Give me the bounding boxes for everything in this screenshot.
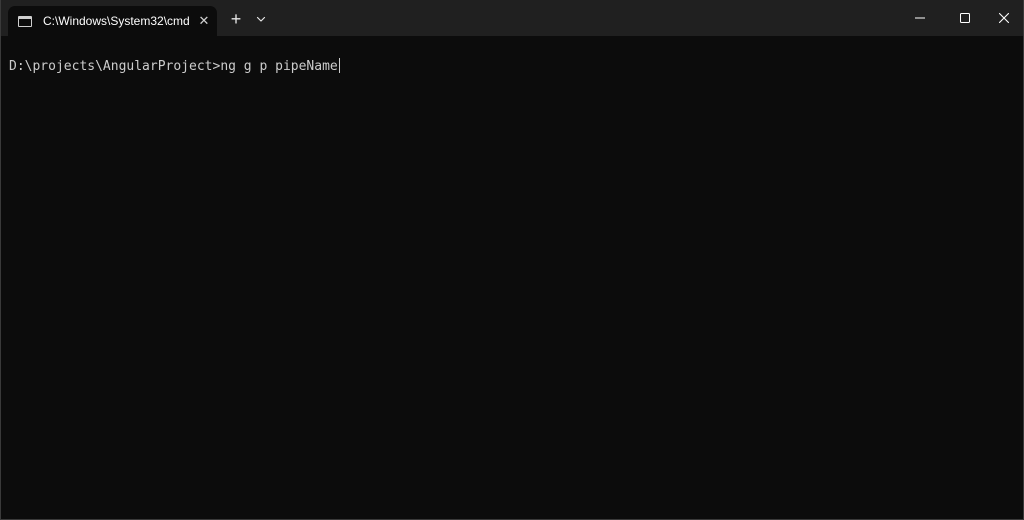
prompt-text: D:\projects\AngularProject> <box>9 59 221 74</box>
close-icon <box>998 12 1010 24</box>
chevron-down-icon <box>256 16 266 22</box>
plus-icon: + <box>230 9 242 29</box>
terminal-output[interactable]: D:\projects\AngularProject>ng g p pipeNa… <box>9 58 340 76</box>
terminal-window: C:\Windows\System32\cmd.e ✕ + D:\project… <box>0 0 1024 520</box>
close-window-button[interactable] <box>981 0 1024 36</box>
tab-title: C:\Windows\System32\cmd.e <box>43 14 190 28</box>
new-tab-button[interactable]: + <box>227 10 245 28</box>
tab-cmd[interactable]: C:\Windows\System32\cmd.e ✕ <box>8 6 217 36</box>
minimize-button[interactable] <box>897 0 943 36</box>
tab-dropdown-button[interactable] <box>253 11 269 27</box>
tab-close-icon[interactable]: ✕ <box>196 13 212 29</box>
minimize-icon <box>915 17 925 19</box>
terminal-icon <box>18 15 32 27</box>
title-bar[interactable]: C:\Windows\System32\cmd.e ✕ + <box>1 0 1023 36</box>
command-text: ng g p pipeName <box>220 59 338 74</box>
text-cursor <box>338 58 340 73</box>
maximize-icon <box>960 13 970 23</box>
